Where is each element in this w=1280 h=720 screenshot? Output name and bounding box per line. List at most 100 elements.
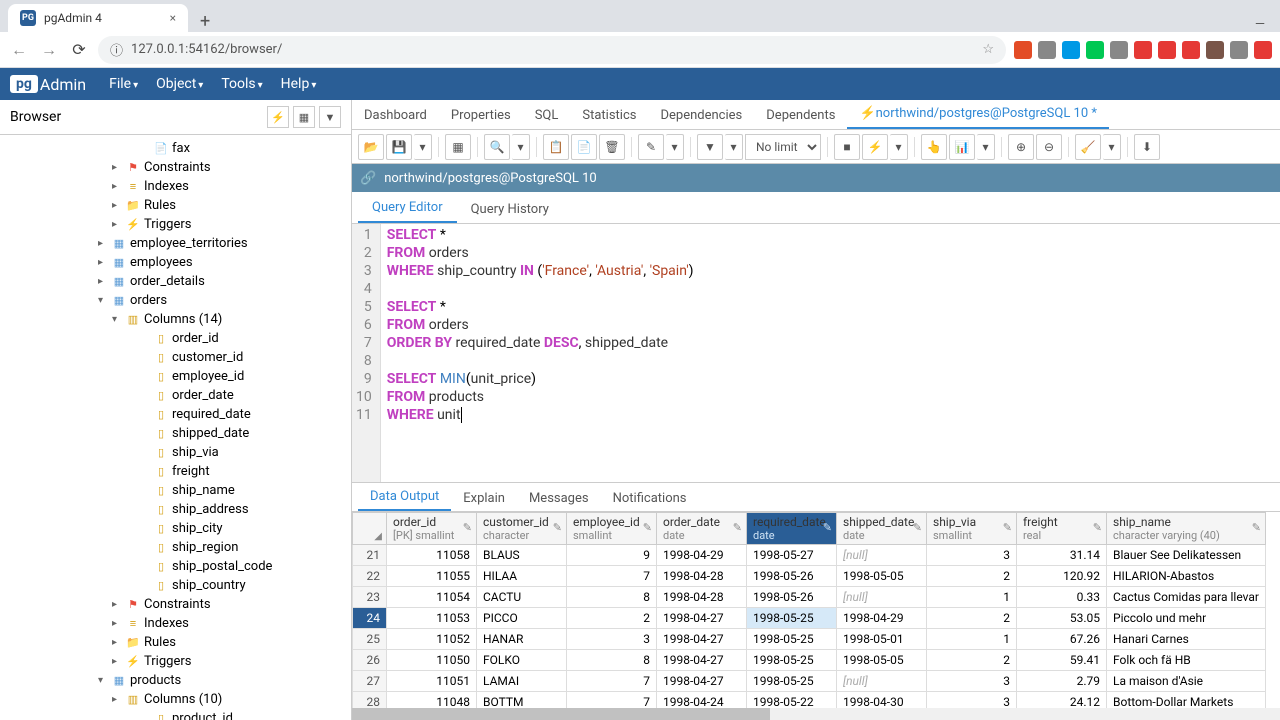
reload-button[interactable]: ⟳ [68,40,90,59]
row-number[interactable]: 26 [353,650,387,671]
tab-query-tool[interactable]: ⚡northwind/postgres@PostgreSQL 10 * [847,100,1109,129]
cell[interactable]: 1998-05-25 [747,608,837,629]
tree-toggle-icon[interactable]: ▸ [112,200,122,211]
row-number[interactable]: 28 [353,692,387,709]
ext-icon-11[interactable] [1254,41,1272,59]
tree-item[interactable]: ▯product_id [0,709,351,720]
edit-dropdown[interactable]: ▾ [666,134,684,160]
tree-item[interactable]: ▯ship_postal_code [0,557,351,576]
table-row[interactable]: 2311054CACTU81998-04-281998-05-26[null]1… [353,587,1266,608]
tree-item[interactable]: ▸≡Indexes [0,614,351,633]
row-number[interactable]: 21 [353,545,387,566]
tree-item[interactable]: ▯freight [0,462,351,481]
row-number[interactable]: 23 [353,587,387,608]
tree-toggle-icon[interactable]: ▾ [112,314,122,325]
explain-button[interactable]: 👆 [921,134,947,160]
cell[interactable]: 7 [567,566,657,587]
cell[interactable]: [null] [837,545,927,566]
sidebar-btn-1[interactable]: ⚡ [267,106,289,128]
cell[interactable]: 11053 [387,608,477,629]
cell[interactable]: 3 [927,545,1017,566]
column-header[interactable]: order_id[PK] smallint✎ [387,513,477,545]
tree-item[interactable]: ▯shipped_date [0,424,351,443]
filter-dropdown[interactable]: ▾ [725,134,743,160]
edit-icon[interactable]: ✎ [823,521,832,534]
cell[interactable]: 53.05 [1017,608,1107,629]
download-button[interactable]: ⬇ [1134,134,1160,160]
ext-icon-7[interactable] [1158,41,1176,59]
tree-item[interactable]: ▯ship_region [0,538,351,557]
cell[interactable]: 7 [567,692,657,709]
cell[interactable]: 1998-04-27 [657,671,747,692]
column-header[interactable]: ship_namecharacter varying (40)✎ [1107,513,1266,545]
row-number[interactable]: 27 [353,671,387,692]
copy-row-button[interactable]: 📋 [543,134,569,160]
tree-item[interactable]: ▸⚡Triggers [0,652,351,671]
edit-icon[interactable]: ✎ [553,521,562,534]
tree-item[interactable]: ▯ship_country [0,576,351,595]
cell[interactable]: [null] [837,587,927,608]
table-row[interactable]: 2711051LAMAI71998-04-271998-05-25[null]3… [353,671,1266,692]
cell[interactable]: Bottom-Dollar Markets [1107,692,1266,709]
cell[interactable]: 67.26 [1017,629,1107,650]
cell[interactable]: FOLKO [477,650,567,671]
row-number[interactable]: 24 [353,608,387,629]
object-tree[interactable]: 📄fax▸⚑Constraints▸≡Indexes▸📁Rules▸⚡Trigg… [0,135,351,720]
cell[interactable]: 120.92 [1017,566,1107,587]
ext-icon-1[interactable] [1014,41,1032,59]
cell[interactable]: 2 [567,608,657,629]
tab-sql[interactable]: SQL [523,102,571,129]
find-button[interactable]: 🔍 [484,134,510,160]
tree-item[interactable]: ▯ship_city [0,519,351,538]
tree-item[interactable]: ▸⚑Constraints [0,158,351,177]
forward-button[interactable]: → [38,40,60,60]
tab-query-editor[interactable]: Query Editor [358,194,457,223]
tab-data-output[interactable]: Data Output [358,484,451,511]
ext-icon-5[interactable] [1110,41,1128,59]
edit-icon[interactable]: ✎ [1252,521,1261,534]
cell[interactable]: 11054 [387,587,477,608]
edit-button[interactable]: ✎ [638,134,664,160]
menu-tools[interactable]: Tools▾ [213,72,270,96]
tree-toggle-icon[interactable]: ▸ [112,599,122,610]
tree-item[interactable]: ▯order_id [0,329,351,348]
save-button[interactable]: 💾 [386,134,412,160]
paste-button[interactable]: 📄 [571,134,597,160]
column-header[interactable]: employee_idsmallint✎ [567,513,657,545]
cell[interactable]: 2 [927,650,1017,671]
rollback-button[interactable]: ⊖ [1036,134,1062,160]
cell[interactable]: 1998-05-26 [747,587,837,608]
edit-icon[interactable]: ✎ [1003,521,1012,534]
tab-dashboard[interactable]: Dashboard [352,102,439,129]
tree-toggle-icon[interactable]: ▸ [112,694,122,705]
cell[interactable]: 1998-05-05 [837,566,927,587]
tree-item[interactable]: ▯order_date [0,386,351,405]
edit-icon[interactable]: ✎ [733,521,742,534]
open-file-button[interactable]: 📂 [358,134,384,160]
ext-icon-8[interactable] [1182,41,1200,59]
tree-item[interactable]: ▾▦orders [0,291,351,310]
cell[interactable]: 11055 [387,566,477,587]
clear-button[interactable]: 🧹 [1075,134,1101,160]
cell[interactable]: HANAR [477,629,567,650]
cell[interactable]: 3 [567,629,657,650]
tab-explain[interactable]: Explain [451,486,517,511]
row-number[interactable]: 25 [353,629,387,650]
cell[interactable]: 1998-04-28 [657,587,747,608]
sidebar-btn-3[interactable]: ▼ [319,106,341,128]
url-input[interactable]: ⓘ 127.0.0.1:54162/browser/ ☆ [98,36,1006,64]
ext-icon-10[interactable] [1230,41,1248,59]
horizontal-scrollbar[interactable] [352,708,1280,720]
menu-help[interactable]: Help▾ [273,72,325,96]
cell[interactable]: 59.41 [1017,650,1107,671]
cell[interactable]: Blauer See Delikatessen [1107,545,1266,566]
cell[interactable]: 9 [567,545,657,566]
cell[interactable]: 11052 [387,629,477,650]
back-button[interactable]: ← [8,40,30,60]
column-header[interactable]: required_datedate✎ [747,513,837,545]
tree-item[interactable]: ▸▦order_details [0,272,351,291]
tree-item[interactable]: ▸▦employees [0,253,351,272]
column-header[interactable]: order_datedate✎ [657,513,747,545]
cell[interactable]: 1998-05-01 [837,629,927,650]
tree-toggle-icon[interactable]: ▾ [98,295,108,306]
